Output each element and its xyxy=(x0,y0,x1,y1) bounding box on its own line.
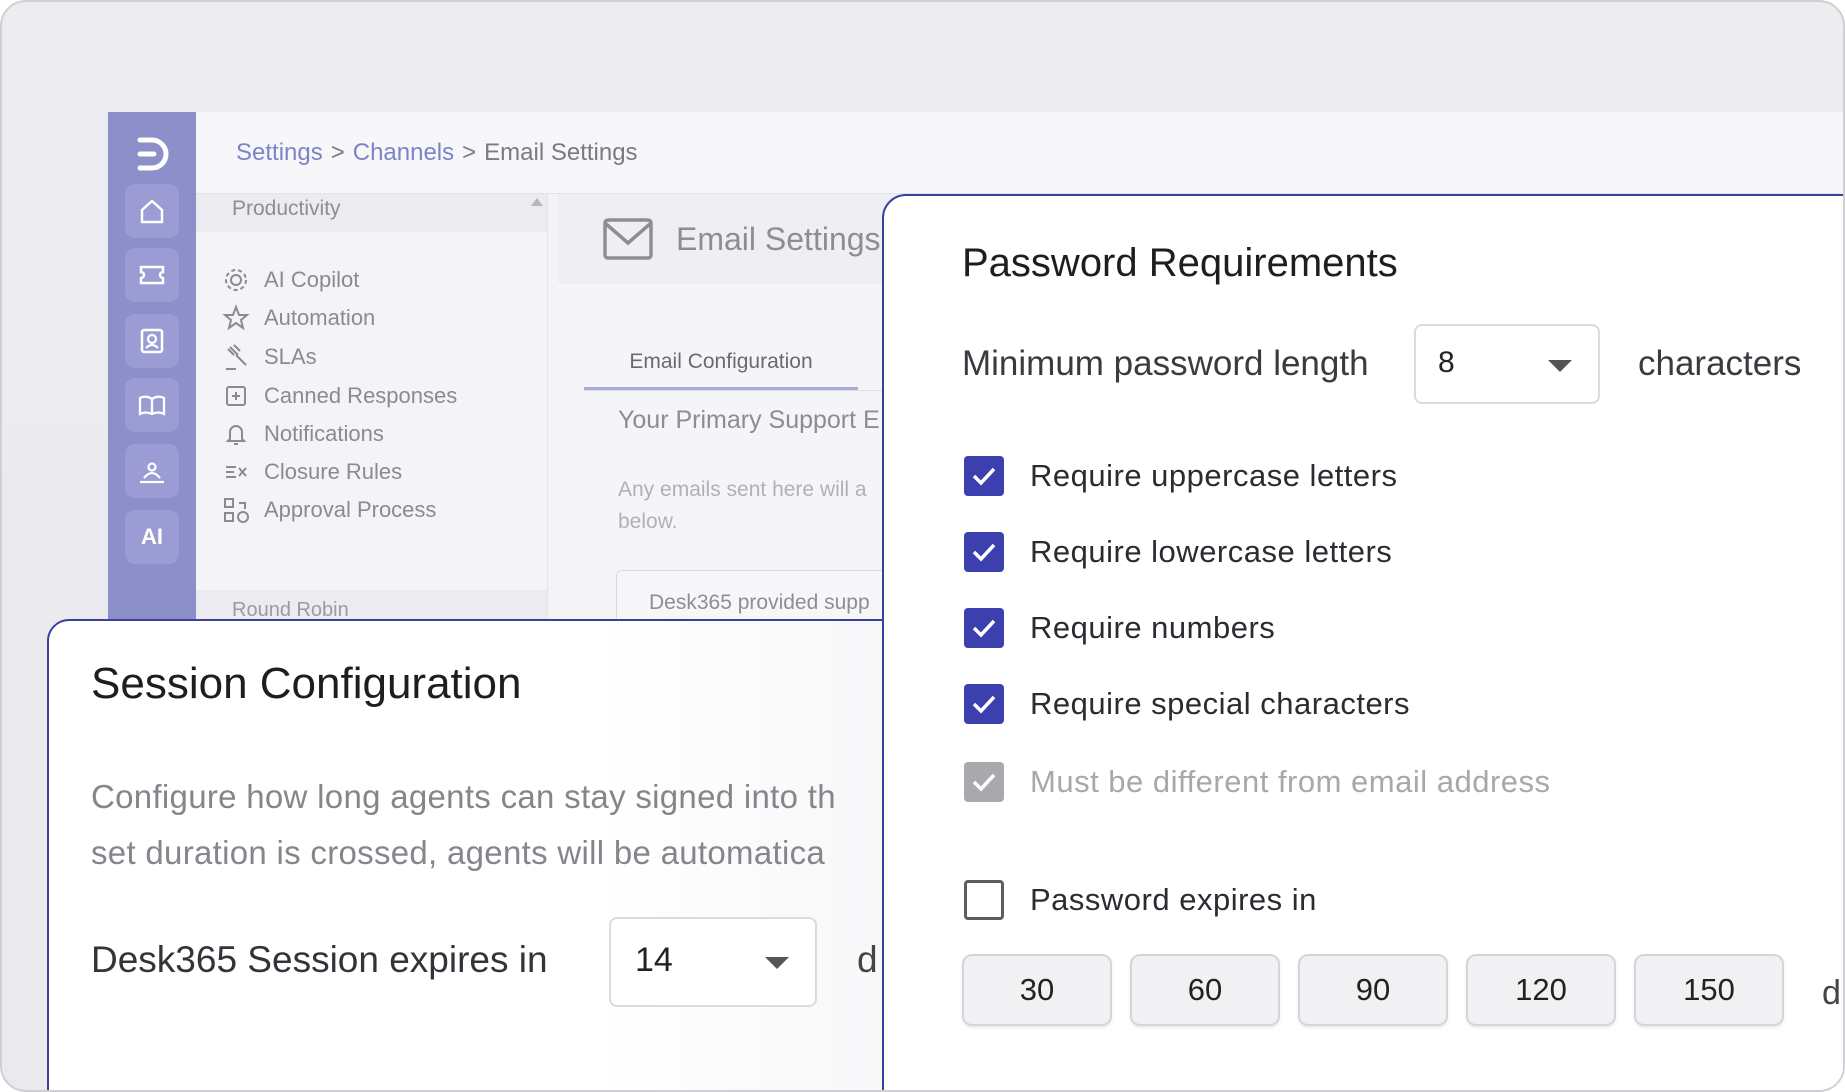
checkmark-icon xyxy=(972,695,996,714)
require-lowercase-checkbox[interactable] xyxy=(964,532,1004,572)
min-password-length-value: 8 xyxy=(1438,346,1455,379)
rail-home-button[interactable] xyxy=(125,184,179,238)
require-uppercase-checkbox[interactable] xyxy=(964,456,1004,496)
logo-icon[interactable] xyxy=(132,134,172,174)
contacts-icon xyxy=(140,328,164,354)
bell-icon xyxy=(225,425,247,445)
closure-icon xyxy=(226,466,247,478)
subnav-item-label: AI Copilot xyxy=(264,267,360,292)
password-requirements-title: Password Requirements xyxy=(962,241,1398,285)
breadcrumb-current: Email Settings xyxy=(484,138,638,166)
min-password-length-select[interactable]: 8 xyxy=(1414,324,1600,404)
community-icon xyxy=(140,462,164,484)
ai-label: AI xyxy=(141,524,163,549)
require-numbers-checkbox[interactable] xyxy=(964,608,1004,648)
min-password-length-unit: characters xyxy=(1638,344,1802,383)
subnav-item-canned-responses[interactable]: Canned Responses xyxy=(222,380,457,412)
rail-tickets-button[interactable] xyxy=(125,248,179,302)
subnav-item-label: SLAs xyxy=(264,344,317,369)
password-expires-option[interactable]: Password expires in xyxy=(964,880,1317,920)
screenshot-frame: AI Settings > Channels > Email Settings … xyxy=(0,0,1845,1092)
subnav-item-slas[interactable]: SLAs xyxy=(222,341,317,373)
subnav-item-closure-rules[interactable]: Closure Rules xyxy=(222,456,402,488)
checkmark-icon xyxy=(972,619,996,638)
require-uppercase-option[interactable]: Require uppercase letters xyxy=(964,456,1397,496)
rail-ai-button[interactable]: AI xyxy=(125,510,179,564)
settings-subnav: Productivity AI Copilot Automation SLAs … xyxy=(196,194,548,630)
require-special-characters-label: Require special characters xyxy=(1030,686,1411,721)
star-icon xyxy=(222,304,250,331)
chevron-down-icon xyxy=(765,957,789,969)
tab-email-configuration[interactable]: Email Configuration xyxy=(584,342,858,390)
different-from-email-option: Must be different from email address xyxy=(964,762,1551,802)
subnav-item-label: Canned Responses xyxy=(264,383,458,408)
require-lowercase-label: Require lowercase letters xyxy=(1030,534,1393,569)
subnav-item-label: Closure Rules xyxy=(264,459,403,484)
subnav-group-productivity: Productivity xyxy=(196,194,547,232)
checkmark-icon xyxy=(972,467,996,486)
checkmark-icon xyxy=(972,773,996,792)
primary-support-email-label: Your Primary Support E xyxy=(618,406,880,434)
password-expires-checkbox[interactable] xyxy=(964,880,1004,920)
breadcrumb-separator: > xyxy=(462,138,477,166)
breadcrumb-channels-link[interactable]: Channels xyxy=(353,139,454,167)
require-special-characters-checkbox[interactable] xyxy=(964,684,1004,724)
require-numbers-option[interactable]: Require numbers xyxy=(964,608,1275,648)
password-expiry-options: 30 60 90 120 150 xyxy=(962,954,1802,1026)
rail-contacts-button[interactable] xyxy=(125,314,179,368)
knowledge-base-icon xyxy=(138,395,166,416)
password-expiry-unit: d xyxy=(1822,974,1841,1012)
session-configuration-title: Session Configuration xyxy=(91,659,522,708)
subnav-item-label: Approval Process xyxy=(264,497,437,522)
breadcrumb-separator: > xyxy=(330,138,345,166)
different-from-email-label: Must be different from email address xyxy=(1030,764,1551,799)
subnav-item-label: Notifications xyxy=(264,421,384,446)
subnav-item-approval-process[interactable]: Approval Process xyxy=(222,494,436,526)
gear-icon xyxy=(225,269,247,291)
expiry-option-button[interactable]: 30 xyxy=(962,954,1112,1026)
password-expires-label: Password expires in xyxy=(1030,882,1317,917)
checkmark-icon xyxy=(972,543,996,562)
rail-community-button[interactable] xyxy=(125,444,179,498)
mail-icon xyxy=(603,218,653,260)
require-lowercase-option[interactable]: Require lowercase letters xyxy=(964,532,1392,572)
subnav-item-label: Automation xyxy=(264,305,376,330)
different-from-email-checkbox xyxy=(964,762,1004,802)
expiry-option-button[interactable]: 150 xyxy=(1634,954,1784,1026)
home-icon xyxy=(140,199,164,224)
email-settings-title: Email Settings xyxy=(676,220,881,257)
gavel-icon xyxy=(226,344,247,370)
subnav-item-notifications[interactable]: Notifications xyxy=(222,418,384,450)
expiry-option-button[interactable]: 120 xyxy=(1466,954,1616,1026)
primary-support-email-note: Any emails sent here will a below. xyxy=(618,478,867,533)
session-expires-unit: d xyxy=(857,939,878,980)
chevron-down-icon xyxy=(1548,360,1572,372)
breadcrumb: Settings > Channels > Email Settings xyxy=(196,112,1843,194)
expiry-option-button[interactable]: 90 xyxy=(1298,954,1448,1026)
session-expires-label: Desk365 Session expires in xyxy=(91,939,548,980)
password-requirements-card: Password Requirements Minimum password l… xyxy=(882,194,1843,1090)
ticket-icon xyxy=(139,265,165,285)
rail-knowledge-base-button[interactable] xyxy=(125,378,179,432)
scroll-up-arrow-icon[interactable] xyxy=(531,198,543,206)
session-expires-select[interactable]: 14 xyxy=(609,917,817,1007)
min-password-length-label: Minimum password length xyxy=(962,344,1369,383)
expiry-option-button[interactable]: 60 xyxy=(1130,954,1280,1026)
approval-icon xyxy=(224,498,249,523)
canned-icon xyxy=(226,386,246,406)
require-special-characters-option[interactable]: Require special characters xyxy=(964,684,1410,724)
session-expires-value: 14 xyxy=(635,941,673,979)
subnav-item-automation[interactable]: Automation xyxy=(222,302,375,334)
breadcrumb-settings-link[interactable]: Settings xyxy=(236,139,323,167)
require-uppercase-label: Require uppercase letters xyxy=(1030,458,1398,493)
subnav-item-ai-copilot[interactable]: AI Copilot xyxy=(222,264,359,296)
require-numbers-label: Require numbers xyxy=(1030,610,1276,645)
